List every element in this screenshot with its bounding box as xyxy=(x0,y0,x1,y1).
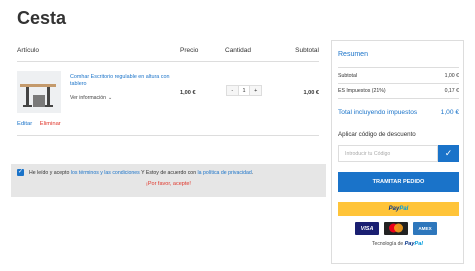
tax-value: 0,17 € xyxy=(444,88,459,94)
payment-cards: VISA AMEX xyxy=(355,222,437,235)
consent-text: He leído y acepto los términos y las con… xyxy=(29,170,253,176)
divider xyxy=(338,67,459,68)
page-title: Cesta xyxy=(17,8,67,28)
product-name-link[interactable]: Comhar Escritorio regulable en altura co… xyxy=(70,74,170,88)
discount-code-input[interactable]: Introducir tu Código xyxy=(338,145,438,162)
apply-discount-button[interactable]: ✓ xyxy=(438,145,459,162)
checkout-button[interactable]: TRAMITAR PEDIDO xyxy=(338,172,459,192)
tax-label: ES Impuestos (21%) xyxy=(338,88,386,94)
total-label: Total incluyendo impuestos xyxy=(338,109,418,116)
paypal-logo-small-part2: Pal xyxy=(414,241,423,247)
check-icon: ✓ xyxy=(17,169,24,175)
more-info-label: Ver información xyxy=(70,95,107,101)
remove-link[interactable]: Eliminar xyxy=(40,121,61,127)
chevron-down-icon: ⌄ xyxy=(108,95,113,101)
cart-table-header: Artículo Precio Cantidad Subtotal xyxy=(17,44,319,58)
terms-consent-box: ✓ He leído y acepto los términos y las c… xyxy=(11,164,326,197)
edit-link[interactable]: Editar xyxy=(17,121,32,127)
subtotal-value: 1,00 € xyxy=(444,73,459,79)
paypal-technology-note: Tecnología de PayPal xyxy=(332,241,463,247)
header-quantity: Cantidad xyxy=(225,47,252,54)
tech-label: Tecnología de xyxy=(372,241,405,247)
item-subtotal: 1,00 € xyxy=(303,90,319,96)
header-price: Precio xyxy=(180,47,199,54)
header-subtotal: Subtotal xyxy=(295,47,319,54)
consent-prefix: He leído y acepto xyxy=(29,170,71,176)
item-price: 1,00 € xyxy=(180,90,196,96)
consent-warning: ¡Por favor, acepte! xyxy=(146,181,191,187)
paypal-logo-small-part1: Pay xyxy=(404,241,415,247)
visa-card-icon: VISA xyxy=(355,222,379,235)
cart-table: Artículo Precio Cantidad Subtotal Comhar… xyxy=(17,44,319,136)
quantity-decrease-button[interactable]: - xyxy=(227,86,239,95)
divider xyxy=(17,61,319,62)
more-info-toggle[interactable]: Ver información ⌄ xyxy=(70,95,112,101)
total-value: 1,00 € xyxy=(440,109,459,116)
summary-total-row: Total incluyendo impuestos 1,00 € xyxy=(338,109,459,116)
terms-checkbox[interactable]: ✓ xyxy=(17,169,24,176)
discount-label: Aplicar código de descuento xyxy=(338,131,416,138)
summary-tax-row: ES Impuestos (21%) 0,17 € xyxy=(338,88,459,94)
summary-subtotal-row: Subtotal 1,00 € xyxy=(338,73,459,79)
cart-item-row: Comhar Escritorio regulable en altura co… xyxy=(17,69,319,117)
product-image[interactable] xyxy=(17,71,61,113)
terms-link[interactable]: los términos y las condiciones xyxy=(71,170,140,176)
mastercard-card-icon xyxy=(384,222,408,235)
subtotal-label: Subtotal xyxy=(338,73,358,79)
summary-title: Resumen xyxy=(338,51,368,58)
divider xyxy=(338,98,459,99)
quantity-stepper: - 1 + xyxy=(226,85,262,96)
quantity-value[interactable]: 1 xyxy=(239,86,250,95)
divider xyxy=(338,83,459,84)
amex-card-icon: AMEX xyxy=(413,222,437,235)
consent-suffix: . xyxy=(251,170,254,176)
header-item: Artículo xyxy=(17,47,40,54)
paypal-button[interactable]: Pay Pal xyxy=(338,202,459,216)
paypal-logo-part2: Pal xyxy=(399,206,409,212)
privacy-policy-link[interactable]: la política de privacidad xyxy=(198,170,252,176)
paypal-logo-part1: Pay xyxy=(388,206,400,212)
item-actions: Editar Eliminar xyxy=(17,121,61,127)
order-summary-panel: Resumen Subtotal 1,00 € ES Impuestos (21… xyxy=(331,40,464,264)
divider xyxy=(17,135,319,136)
consent-middle: Y Estoy de acuerdo con xyxy=(139,170,198,176)
quantity-increase-button[interactable]: + xyxy=(249,86,262,95)
check-icon: ✓ xyxy=(444,148,453,158)
